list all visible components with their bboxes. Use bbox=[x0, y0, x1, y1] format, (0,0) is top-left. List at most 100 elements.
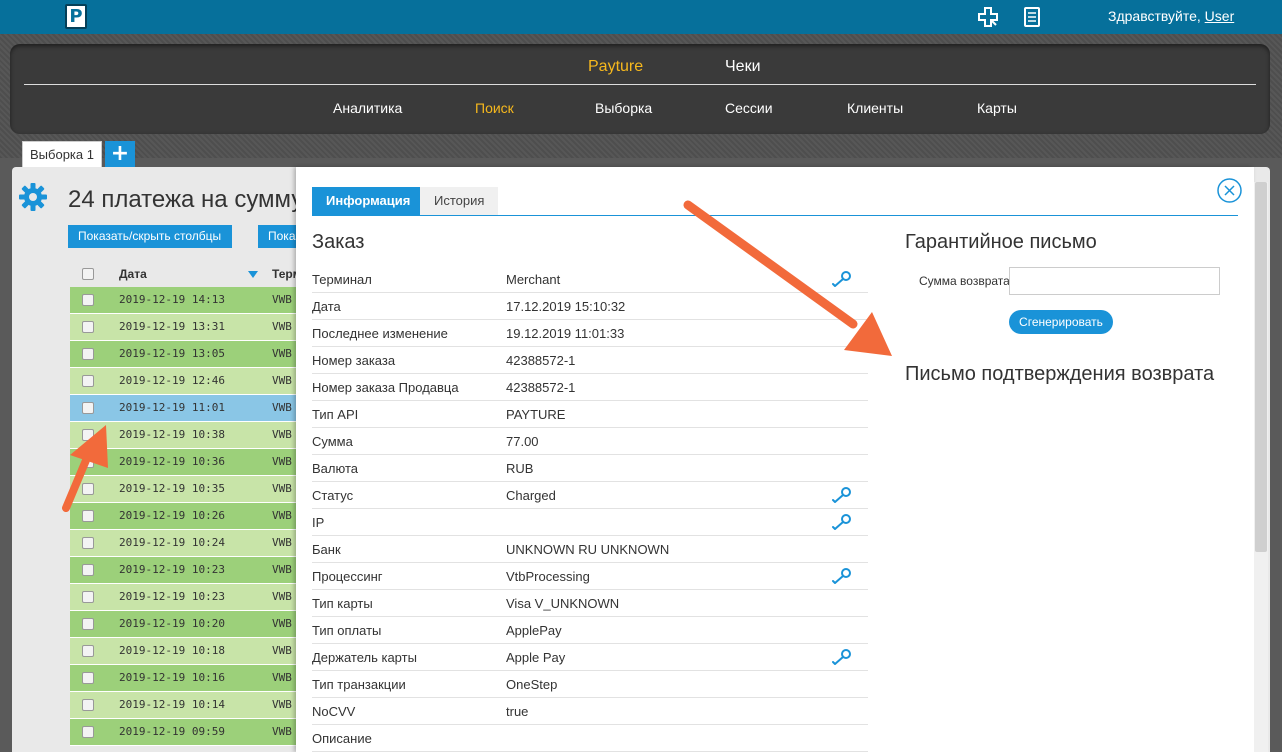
table-row[interactable]: 2019-12-19 09:59 VWB bbox=[70, 719, 296, 746]
row-checkbox[interactable] bbox=[82, 699, 94, 711]
key-icon[interactable] bbox=[832, 486, 852, 504]
row-date: 2019-12-19 10:23 bbox=[119, 563, 225, 576]
add-tab-button[interactable]: + bbox=[105, 141, 135, 167]
table-row[interactable]: 2019-12-19 11:01 VWB bbox=[70, 395, 296, 422]
table-row[interactable]: 2019-12-19 13:31 VWB bbox=[70, 314, 296, 341]
row-date: 2019-12-19 10:26 bbox=[119, 509, 225, 522]
row-checkbox[interactable] bbox=[82, 510, 94, 522]
nav-sessions[interactable]: Сессии bbox=[725, 100, 773, 116]
info-row: Номер заказа 42388572-1 bbox=[312, 347, 868, 374]
row-checkbox[interactable] bbox=[82, 348, 94, 360]
table-row[interactable]: 2019-12-19 10:20 VWB bbox=[70, 611, 296, 638]
info-label: Тип транзакции bbox=[312, 677, 406, 692]
row-checkbox[interactable] bbox=[82, 726, 94, 738]
nav-receipts[interactable]: Чеки bbox=[725, 58, 761, 76]
key-icon[interactable] bbox=[832, 513, 852, 531]
info-row: Номер заказа Продавца 42388572-1 bbox=[312, 374, 868, 401]
table-row[interactable]: 2019-12-19 10:38 VWB bbox=[70, 422, 296, 449]
plus-cross-icon[interactable] bbox=[977, 6, 999, 28]
table-row[interactable]: 2019-12-19 10:23 VWB bbox=[70, 584, 296, 611]
nav-cards[interactable]: Карты bbox=[977, 100, 1017, 116]
nav-selection[interactable]: Выборка bbox=[595, 100, 652, 116]
payments-table: Дата Терм 2019-12-19 14:13 VWB 2019-12-19 … bbox=[70, 262, 301, 746]
gear-icon[interactable] bbox=[18, 182, 48, 212]
key-icon[interactable] bbox=[832, 567, 852, 585]
row-checkbox[interactable] bbox=[82, 321, 94, 333]
generate-button[interactable]: Сгенерировать bbox=[1009, 310, 1113, 334]
row-terminal: VWB bbox=[272, 374, 292, 387]
row-terminal: VWB bbox=[272, 563, 292, 576]
row-checkbox[interactable] bbox=[82, 564, 94, 576]
row-terminal: VWB bbox=[272, 698, 292, 711]
row-terminal: VWB bbox=[272, 482, 292, 495]
table-row[interactable]: 2019-12-19 10:35 VWB bbox=[70, 476, 296, 503]
select-all-checkbox[interactable] bbox=[82, 268, 94, 280]
row-checkbox[interactable] bbox=[82, 591, 94, 603]
info-value: OneStep bbox=[506, 677, 558, 692]
table-row[interactable]: 2019-12-19 14:13 VWB bbox=[70, 287, 296, 314]
table-row[interactable]: 2019-12-19 10:26 VWB bbox=[70, 503, 296, 530]
logo[interactable]: P bbox=[65, 4, 87, 29]
refund-amount-input[interactable] bbox=[1009, 267, 1220, 295]
row-checkbox[interactable] bbox=[82, 618, 94, 630]
key-icon[interactable] bbox=[832, 270, 852, 288]
info-row: Дата 17.12.2019 15:10:32 bbox=[312, 293, 868, 320]
row-date: 2019-12-19 10:38 bbox=[119, 428, 225, 441]
info-row: NoCVV true bbox=[312, 698, 868, 725]
key-icon[interactable] bbox=[832, 648, 852, 666]
row-date: 2019-12-19 10:16 bbox=[119, 671, 225, 684]
row-checkbox[interactable] bbox=[82, 537, 94, 549]
row-checkbox[interactable] bbox=[82, 294, 94, 306]
info-row: Тип оплаты ApplePay bbox=[312, 617, 868, 644]
sort-desc-icon[interactable] bbox=[248, 271, 258, 278]
row-checkbox[interactable] bbox=[82, 456, 94, 468]
nav-analytics[interactable]: Аналитика bbox=[333, 100, 402, 116]
row-checkbox[interactable] bbox=[82, 672, 94, 684]
info-label: Тип оплаты bbox=[312, 623, 382, 638]
table-row[interactable]: 2019-12-19 13:05 VWB bbox=[70, 341, 296, 368]
column-date[interactable]: Дата bbox=[119, 267, 147, 281]
detail-panel: Информация История Заказ Терминал Merchan… bbox=[296, 167, 1254, 752]
row-terminal: VWB bbox=[272, 347, 292, 360]
info-row: Тип API PAYTURE bbox=[312, 401, 868, 428]
info-label: Тип API bbox=[312, 407, 359, 422]
row-terminal: VWB bbox=[272, 725, 292, 738]
info-row: Статус Charged bbox=[312, 482, 868, 509]
row-checkbox[interactable] bbox=[82, 429, 94, 441]
table-row[interactable]: 2019-12-19 10:23 VWB bbox=[70, 557, 296, 584]
user-link[interactable]: User bbox=[1205, 8, 1235, 24]
table-row[interactable]: 2019-12-19 12:46 VWB bbox=[70, 368, 296, 395]
row-checkbox[interactable] bbox=[82, 375, 94, 387]
order-title: Заказ bbox=[312, 231, 365, 253]
row-date: 2019-12-19 09:59 bbox=[119, 725, 225, 738]
show-button[interactable]: Показ bbox=[258, 225, 296, 248]
header: Payture Чеки Аналитика Поиск Выборка Сес… bbox=[0, 34, 1282, 158]
info-row: Держатель карты Apple Pay bbox=[312, 644, 868, 671]
order-info-table: Терминал Merchant Дата 17.12.2019 15:10:32 П… bbox=[312, 266, 868, 752]
close-icon[interactable] bbox=[1217, 178, 1242, 203]
info-value: UNKNOWN RU UNKNOWN bbox=[506, 542, 670, 557]
table-row[interactable]: 2019-12-19 10:16 VWB bbox=[70, 665, 296, 692]
nav-payture[interactable]: Payture bbox=[588, 58, 643, 76]
row-checkbox[interactable] bbox=[82, 402, 94, 414]
row-checkbox[interactable] bbox=[82, 483, 94, 495]
toggle-columns-button[interactable]: Показать/скрыть столбцы bbox=[68, 225, 232, 248]
row-terminal: VWB bbox=[272, 293, 292, 306]
notepad-icon[interactable] bbox=[1021, 6, 1043, 28]
nav-clients[interactable]: Клиенты bbox=[847, 100, 903, 116]
tab-selection-1[interactable]: Выборка 1 bbox=[22, 141, 102, 167]
scrollbar-thumb[interactable] bbox=[1255, 182, 1267, 552]
table-row[interactable]: 2019-12-19 10:18 VWB bbox=[70, 638, 296, 665]
tab-history[interactable]: История bbox=[420, 187, 499, 215]
row-checkbox[interactable] bbox=[82, 645, 94, 657]
row-terminal: VWB bbox=[272, 536, 292, 549]
table-row[interactable]: 2019-12-19 10:14 VWB bbox=[70, 692, 296, 719]
row-terminal: VWB bbox=[272, 401, 292, 414]
tab-information[interactable]: Информация bbox=[312, 187, 425, 215]
greeting-text: Здравствуйте, bbox=[1108, 8, 1205, 24]
table-row[interactable]: 2019-12-19 10:24 VWB bbox=[70, 530, 296, 557]
nav-search[interactable]: Поиск bbox=[475, 100, 514, 116]
table-row[interactable]: 2019-12-19 10:36 VWB bbox=[70, 449, 296, 476]
info-label: Банк bbox=[312, 542, 341, 557]
info-value: Merchant bbox=[506, 272, 561, 287]
